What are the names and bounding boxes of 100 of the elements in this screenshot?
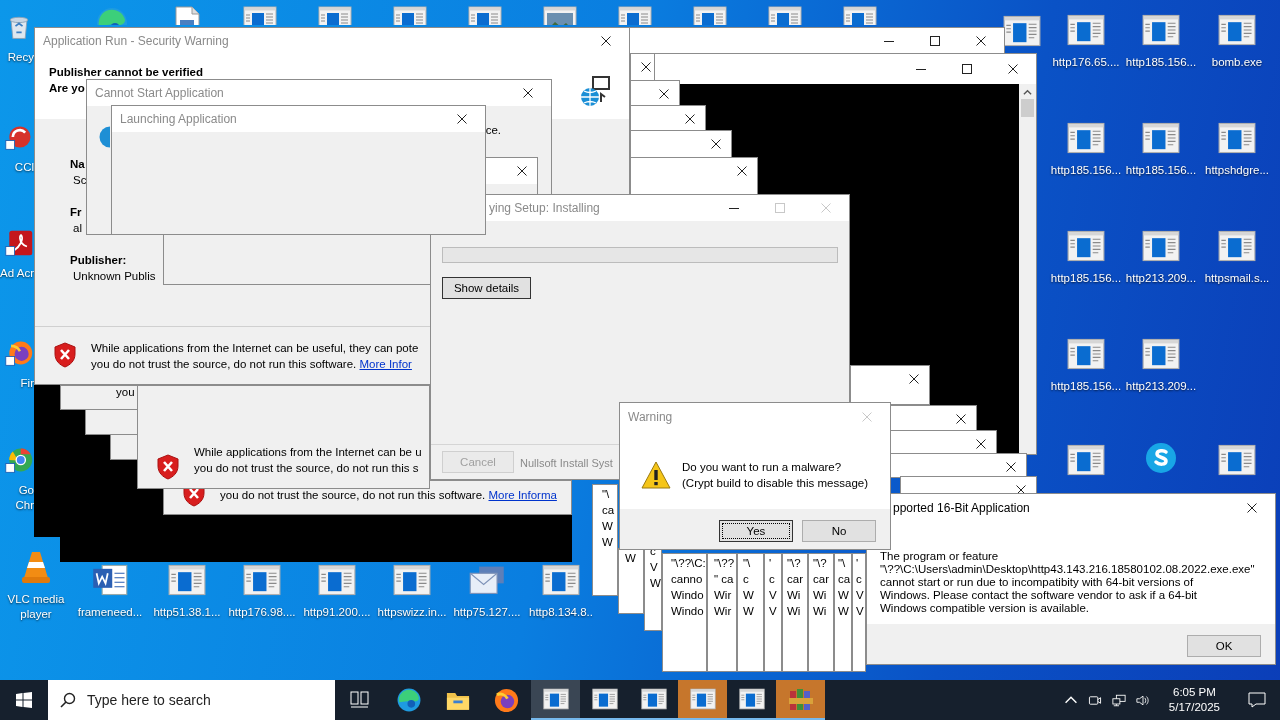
- close-icon[interactable]: [523, 88, 533, 98]
- window-icon[interactable]: [1218, 443, 1256, 477]
- close-icon[interactable]: [909, 374, 919, 384]
- window-icon[interactable]: [1218, 13, 1256, 47]
- desktop-icon-label[interactable]: http51.38.1...: [153, 605, 221, 620]
- window-icon[interactable]: [1067, 13, 1105, 47]
- window-icon[interactable]: [1142, 229, 1180, 263]
- maximize-icon[interactable]: [930, 36, 940, 46]
- window-title: Launching Application: [119, 111, 237, 127]
- desktop-icon-label[interactable]: http8.134.8..: [529, 605, 593, 620]
- window-icon[interactable]: [1218, 121, 1256, 155]
- close-icon[interactable]: [517, 166, 527, 176]
- close-icon[interactable]: [641, 62, 651, 72]
- window-icon[interactable]: [1067, 337, 1105, 371]
- window-icon[interactable]: [1142, 121, 1180, 155]
- window-icon[interactable]: [1003, 14, 1041, 48]
- message-text: Do you want to run a malware? (Crypt build to disable this message): [682, 460, 868, 491]
- close-icon[interactable]: [711, 139, 721, 149]
- window-icon[interactable]: [738, 688, 765, 710]
- window-icon[interactable]: [1067, 121, 1105, 155]
- desktop-icon-label[interactable]: http176.98....: [228, 605, 296, 620]
- scroll-thumb[interactable]: [1021, 99, 1034, 117]
- taskbar-app-button[interactable]: [531, 680, 580, 720]
- document-icon[interactable]: [91, 563, 129, 597]
- camera-icon[interactable]: [1087, 693, 1102, 707]
- desktop-icon-label[interactable]: http213.209...: [1125, 379, 1197, 394]
- close-icon[interactable]: [457, 114, 467, 124]
- desktop-icon-label[interactable]: http213.209...: [1125, 271, 1197, 286]
- more-information-link[interactable]: More Infor: [359, 358, 412, 370]
- message-text: "\??: [714, 556, 736, 570]
- close-icon[interactable]: [1008, 64, 1018, 74]
- browser-icon[interactable]: [395, 687, 422, 713]
- message-text: Windo: [671, 604, 705, 618]
- message-text: you: [116, 386, 136, 400]
- desktop-icon-label[interactable]: httpswizz.in...: [377, 605, 447, 620]
- more-information-link[interactable]: More Informa: [488, 489, 557, 501]
- maximize-icon[interactable]: [962, 64, 972, 74]
- desktop-icon-label[interactable]: httpsmail.s...: [1204, 271, 1270, 286]
- search-field[interactable]: Type here to search: [48, 680, 335, 720]
- message-text: car: [787, 572, 804, 586]
- message-text: ca: [838, 572, 851, 586]
- close-icon[interactable]: [1247, 503, 1257, 513]
- close-icon[interactable]: [1006, 462, 1016, 472]
- books-icon[interactable]: [787, 687, 814, 711]
- desktop-icon-label[interactable]: httpshdgre...: [1205, 163, 1269, 178]
- window-icon[interactable]: [1142, 13, 1180, 47]
- message-text: W: [650, 576, 661, 590]
- task-view-icon[interactable]: [349, 691, 370, 709]
- dialog-button[interactable]: OK: [1187, 635, 1261, 657]
- header-text: Are yo: [49, 81, 85, 96]
- speaker-icon[interactable]: [1135, 693, 1150, 707]
- desktop-icon-label[interactable]: http185.156...: [1125, 163, 1197, 178]
- show-details-button[interactable]: Show details: [442, 277, 531, 299]
- message-text: "\: [602, 487, 611, 501]
- close-icon[interactable]: [976, 36, 986, 46]
- search-icon[interactable]: [60, 692, 76, 708]
- browser-icon[interactable]: [494, 687, 519, 713]
- window-icon[interactable]: [591, 688, 618, 710]
- message-text: V: [856, 604, 865, 618]
- window-icon[interactable]: [640, 688, 667, 710]
- warning-message: you do not trust the source, do not run this software. More Informa: [220, 488, 557, 503]
- desktop-icon-label[interactable]: http185.156...: [1050, 271, 1122, 286]
- window-icon[interactable]: [542, 688, 569, 710]
- app-icon[interactable]: [4, 228, 34, 258]
- message-text: " ca: [714, 572, 735, 586]
- desktop-icon-label[interactable]: http91.200....: [303, 605, 371, 620]
- close-icon[interactable]: [659, 89, 669, 99]
- scrollbar[interactable]: [1019, 84, 1036, 454]
- dialog-button[interactable]: Yes: [719, 520, 793, 542]
- message-text: Wi: [813, 604, 828, 618]
- close-icon[interactable]: [601, 36, 611, 46]
- windows-logo-icon[interactable]: [16, 692, 32, 708]
- desktop-icon-label[interactable]: http176.65....: [1052, 55, 1120, 70]
- message-text: ca: [602, 503, 616, 517]
- dialog-button[interactable]: No: [802, 520, 876, 542]
- desktop-icon-label[interactable]: bomb.exe: [1211, 55, 1263, 70]
- message-text: Wir: [714, 604, 733, 618]
- notification-icon[interactable]: [1248, 692, 1266, 708]
- window-title: pported 16-Bit Application: [892, 500, 1030, 516]
- window-title: Cannot Start Application: [94, 85, 224, 101]
- message-text: Windo: [671, 588, 705, 602]
- window-icon[interactable]: [1142, 337, 1180, 371]
- desktop-icon-label[interactable]: http185.156...: [1125, 55, 1197, 70]
- clock[interactable]: 6:05 PM 5/17/2025: [1160, 685, 1228, 715]
- close-icon[interactable]: [737, 166, 747, 176]
- desktop-icon-label[interactable]: http185.156...: [1050, 379, 1122, 394]
- close-icon[interactable]: [976, 439, 986, 449]
- window-icon[interactable]: [1218, 229, 1256, 263]
- close-icon[interactable]: [685, 114, 695, 124]
- window-icon[interactable]: [1067, 443, 1105, 477]
- message-text: ': [769, 556, 773, 570]
- scroll-up-icon[interactable]: [1023, 88, 1032, 97]
- message-text: V: [769, 604, 778, 618]
- network-icon[interactable]: [1111, 693, 1126, 707]
- close-icon[interactable]: [956, 414, 966, 424]
- desktop-icon-label[interactable]: http75.127....: [453, 605, 521, 620]
- desktop-icon-label[interactable]: http185.156...: [1050, 163, 1122, 178]
- window-icon[interactable]: [1067, 229, 1105, 263]
- message-text: "\: [743, 556, 752, 570]
- close-icon[interactable]: [1016, 485, 1026, 495]
